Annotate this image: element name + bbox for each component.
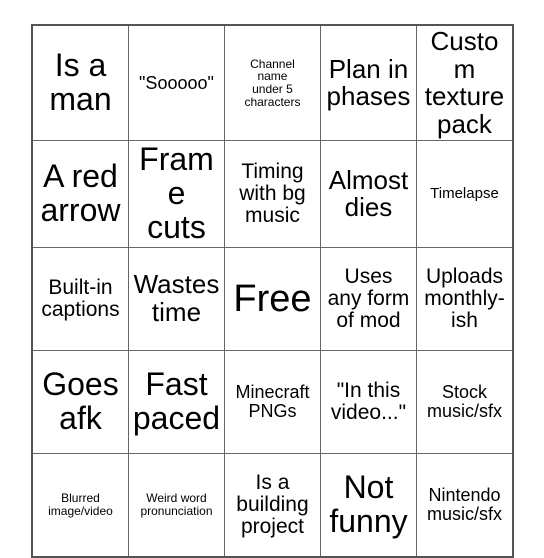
bingo-cell[interactable]: "In this video..." — [319, 349, 417, 454]
bingo-cell-label: Is a man — [49, 47, 112, 118]
bingo-cell[interactable]: A red arrow — [31, 140, 129, 248]
bingo-cell-label: Timelapse — [430, 185, 499, 203]
bingo-cell[interactable]: Uploads monthly- ish — [415, 246, 514, 351]
bingo-cell-label: Plan in phases — [326, 53, 411, 112]
bingo-cell-label: Almost dies — [328, 164, 409, 223]
bingo-row: Is a man "Sooooo" Channel name under 5 cha… — [31, 24, 514, 142]
bingo-grid-body: Is a man "Sooooo" Channel name under 5 cha… — [31, 24, 514, 558]
bingo-cell[interactable]: Blurred image/video — [31, 452, 129, 558]
bingo-cell-label: Fast paced — [132, 366, 221, 436]
bingo-cell[interactable]: Not funny — [319, 452, 417, 558]
bingo-cell-label: Nintendo music/sfx — [426, 484, 502, 524]
bingo-cell[interactable]: Custom texture pack — [415, 24, 514, 142]
bingo-cell-label: "In this video..." — [330, 378, 407, 424]
bingo-cell-label: Free — [233, 277, 312, 320]
bingo-cell[interactable]: Uses any form of mod — [319, 246, 417, 351]
bingo-cell[interactable]: Channel name under 5 characters — [223, 24, 321, 142]
bingo-cell-label: Weird word pronunciation — [140, 491, 213, 518]
bingo-row: Blurred image/video Weird word pronunciat… — [31, 452, 514, 558]
bingo-cell[interactable]: Timelapse — [415, 140, 514, 248]
bingo-cell-label: Uses any form of mod — [327, 264, 410, 333]
bingo-cell[interactable]: Frame cuts — [127, 140, 225, 248]
bingo-cell-label: Blurred image/video — [48, 491, 113, 518]
bingo-cell[interactable]: Plan in phases — [319, 24, 417, 142]
bingo-cell-label: Built-in captions — [41, 275, 120, 321]
bingo-cell[interactable]: Weird word pronunciation — [127, 452, 225, 558]
bingo-cell-label: Uploads monthly- ish — [424, 264, 505, 333]
bingo-cell[interactable]: Fast paced — [127, 349, 225, 454]
bingo-cell[interactable]: Minecraft PNGs — [223, 349, 321, 454]
bingo-cell[interactable]: Stock music/sfx — [415, 349, 514, 454]
bingo-cell-label: Frame cuts — [139, 141, 214, 245]
bingo-cell-label: Channel name under 5 characters — [244, 56, 301, 109]
bingo-cell-label: Custom texture pack — [424, 26, 505, 139]
bingo-cell[interactable]: Free — [223, 246, 321, 351]
bingo-cell[interactable]: Wastes time — [127, 246, 225, 351]
bingo-cell-label: Minecraft PNGs — [235, 381, 310, 421]
bingo-cell[interactable]: Goes afk — [31, 349, 129, 454]
bingo-cell[interactable]: Built-in captions — [31, 246, 129, 351]
bingo-cell[interactable]: Timing with bg music — [223, 140, 321, 248]
bingo-cell-label: "Sooooo" — [139, 72, 214, 93]
bingo-row: Built-in captions Wastes time Free Uses any… — [31, 246, 514, 351]
bingo-card: Is a man "Sooooo" Channel name under 5 cha… — [31, 24, 514, 558]
bingo-cell-label: Goes afk — [42, 366, 119, 436]
bingo-cell-label: Timing with bg music — [239, 159, 306, 228]
bingo-row: Goes afk Fast paced Minecraft PNGs "In this… — [31, 349, 514, 454]
bingo-cell[interactable]: "Sooooo" — [127, 24, 225, 142]
bingo-cell[interactable]: Is a building project — [223, 452, 321, 558]
bingo-cell-label: Stock music/sfx — [426, 381, 502, 421]
bingo-cell[interactable]: Is a man — [31, 24, 129, 142]
bingo-cell[interactable]: Nintendo music/sfx — [415, 452, 514, 558]
bingo-cell-label: Is a building project — [236, 470, 309, 539]
bingo-grid: Is a man "Sooooo" Channel name under 5 cha… — [31, 24, 514, 558]
bingo-cell-label: Not funny — [329, 469, 408, 539]
bingo-cell-label: Wastes time — [133, 269, 220, 327]
bingo-cell-label: A red arrow — [40, 158, 121, 229]
bingo-cell[interactable]: Almost dies — [319, 140, 417, 248]
bingo-row: A red arrow Frame cuts Timing with bg musi… — [31, 140, 514, 248]
